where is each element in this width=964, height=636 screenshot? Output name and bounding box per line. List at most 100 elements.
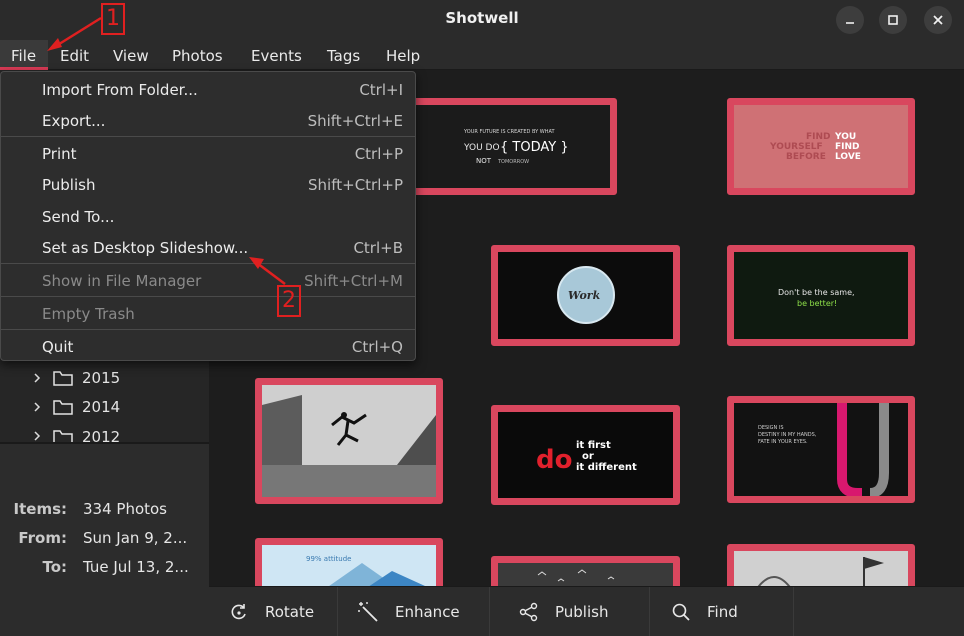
items-value: 334 Photos	[83, 500, 168, 518]
sidebar-year-label: 2014	[82, 398, 121, 416]
menu-item-shortcut: Shift+Ctrl+E	[307, 112, 403, 130]
menu-item-shortcut: Shift+Ctrl+P	[308, 176, 403, 194]
maximize-icon	[888, 15, 898, 25]
from-label: From:	[18, 529, 67, 547]
enhance-button[interactable]: Enhance	[357, 587, 460, 636]
menu-item-label: Print	[42, 145, 77, 163]
menu-photos[interactable]: Photos	[172, 40, 223, 70]
photo-do-it-first: do it first or it different	[498, 412, 673, 498]
folder-icon	[53, 371, 73, 386]
enhance-label: Enhance	[395, 603, 460, 621]
thumb-text: DESTINY IN MY HANDS,	[758, 432, 817, 438]
thumb-text: TOMORROW	[497, 159, 529, 165]
sidebar-year-label: 2012	[82, 428, 121, 442]
magic-wand-icon	[358, 602, 378, 622]
menu-item-export[interactable]: Export... Shift+Ctrl+E	[1, 105, 415, 135]
menu-view[interactable]: View	[113, 40, 149, 70]
menu-file[interactable]: File	[0, 40, 48, 70]
find-label: Find	[707, 603, 738, 621]
rotate-label: Rotate	[265, 603, 315, 621]
shotwell-window: Shotwell File Edit View Photos Events Ta…	[0, 0, 964, 636]
photo-thumbnail[interactable]: DESIGN IS DESTINY IN MY HANDS, FATE IN Y…	[727, 396, 915, 503]
menu-item-print[interactable]: Print Ctrl+P	[1, 138, 415, 168]
library-info-panel: Items: 334 Photos From: Sun Jan 9, 2... …	[0, 444, 209, 636]
photo-birds	[498, 563, 673, 586]
photo-thumbnail[interactable]: Don't be the same, be better!	[727, 245, 915, 346]
menu-item-label: Quit	[42, 338, 74, 356]
thumb-text: Don't be the same,	[778, 288, 855, 297]
toolbar-divider	[337, 587, 338, 636]
find-button[interactable]: Find	[671, 587, 738, 636]
photo-future-today: YOUR FUTURE IS CREATED BY WHAT YOU DO { …	[412, 105, 610, 188]
to-value: Tue Jul 13, 2...	[83, 558, 189, 576]
to-label: To:	[42, 558, 67, 576]
maximize-button[interactable]	[879, 6, 907, 34]
from-value: Sun Jan 9, 2...	[83, 529, 188, 547]
photo-thumbnail[interactable]: 99% attitude	[255, 538, 443, 586]
thumb-text: it different	[576, 462, 637, 473]
menu-item-shortcut: Shift+Ctrl+M	[304, 272, 403, 290]
rotate-icon	[231, 604, 246, 620]
menu-item-shortcut: Ctrl+P	[354, 145, 403, 163]
menu-item-send-to[interactable]: Send To...	[1, 201, 415, 231]
photo-thumbnail[interactable]	[491, 556, 680, 586]
photo-find-yourself: FIND YOU YOURSELF FIND BEFORE LOVE	[734, 105, 908, 188]
menu-help[interactable]: Help	[386, 40, 420, 70]
photo-thumbnail[interactable]	[255, 378, 443, 504]
sidebar-year-2015[interactable]: 2015	[32, 366, 120, 390]
folder-icon	[53, 400, 73, 415]
publish-button[interactable]: Publish	[519, 587, 608, 636]
photo-be-better: Don't be the same, be better!	[734, 252, 908, 339]
menu-item-empty-trash: Empty Trash	[1, 298, 415, 328]
menu-item-shortcut: Ctrl+Q	[351, 338, 403, 356]
photo-thumbnail[interactable]: FIND YOU YOURSELF FIND BEFORE LOVE	[727, 98, 915, 195]
photo-jumping-man	[262, 385, 436, 497]
menu-tags[interactable]: Tags	[327, 40, 360, 70]
menu-item-set-desktop-slideshow[interactable]: Set as Desktop Slideshow... Ctrl+B	[1, 232, 415, 262]
photo-thumbnail[interactable]: do it first or it different	[491, 405, 680, 505]
thumb-text: LOVE	[835, 152, 861, 162]
publish-label: Publish	[555, 603, 609, 621]
sidebar-year-2012[interactable]: 2012	[32, 424, 120, 442]
sidebar-year-2014[interactable]: 2014	[32, 395, 120, 419]
menu-item-quit[interactable]: Quit Ctrl+Q	[1, 331, 415, 361]
sidebar-year-label: 2015	[82, 369, 121, 387]
menu-item-label: Set as Desktop Slideshow...	[42, 239, 249, 257]
rotate-button[interactable]: Rotate	[229, 587, 314, 636]
close-icon	[933, 15, 943, 25]
thumb-text: YOUR FUTURE IS CREATED BY WHAT	[463, 129, 555, 135]
file-menu-dropdown: Import From Folder... Ctrl+I Export... S…	[0, 71, 416, 361]
menu-item-publish[interactable]: Publish Shift+Ctrl+P	[1, 169, 415, 199]
photo-thumbnail[interactable]	[727, 544, 915, 586]
menu-item-label: Publish	[42, 176, 96, 194]
chevron-right-icon[interactable]	[32, 401, 42, 413]
share-icon	[519, 602, 538, 622]
thumb-text: Work	[568, 289, 601, 302]
thumb-text: FIND	[806, 132, 831, 142]
title-bar: Shotwell	[0, 0, 964, 40]
thumb-text: NOT	[476, 157, 492, 165]
photo-thumbnail[interactable]: YOUR FUTURE IS CREATED BY WHAT YOU DO { …	[405, 98, 617, 195]
menu-item-show-in-file-manager: Show in File Manager Shift+Ctrl+M	[1, 265, 415, 295]
thumb-text: { TODAY }	[500, 140, 569, 155]
menu-edit[interactable]: Edit	[60, 40, 89, 70]
toolbar-divider	[649, 587, 650, 636]
menu-item-label: Empty Trash	[42, 305, 135, 323]
items-label: Items:	[13, 500, 67, 518]
photo-thumbnail[interactable]: Work	[491, 245, 680, 346]
folder-icon	[53, 430, 73, 442]
search-icon	[672, 603, 690, 621]
thumb-text: or	[582, 451, 594, 462]
photo-flag-sketch	[734, 551, 908, 586]
close-button[interactable]	[924, 6, 952, 34]
photo-design-destiny: DESIGN IS DESTINY IN MY HANDS, FATE IN Y…	[734, 403, 908, 496]
thumb-text: FIND	[835, 142, 860, 152]
minimize-button[interactable]	[836, 6, 864, 34]
menu-item-label: Send To...	[42, 208, 115, 226]
menu-events[interactable]: Events	[251, 40, 302, 70]
chevron-right-icon[interactable]	[32, 372, 42, 384]
chevron-right-icon[interactable]	[32, 430, 42, 442]
toolbar-divider	[489, 587, 490, 636]
menu-item-import-from-folder[interactable]: Import From Folder... Ctrl+I	[1, 74, 415, 104]
menu-item-shortcut: Ctrl+I	[359, 81, 403, 99]
